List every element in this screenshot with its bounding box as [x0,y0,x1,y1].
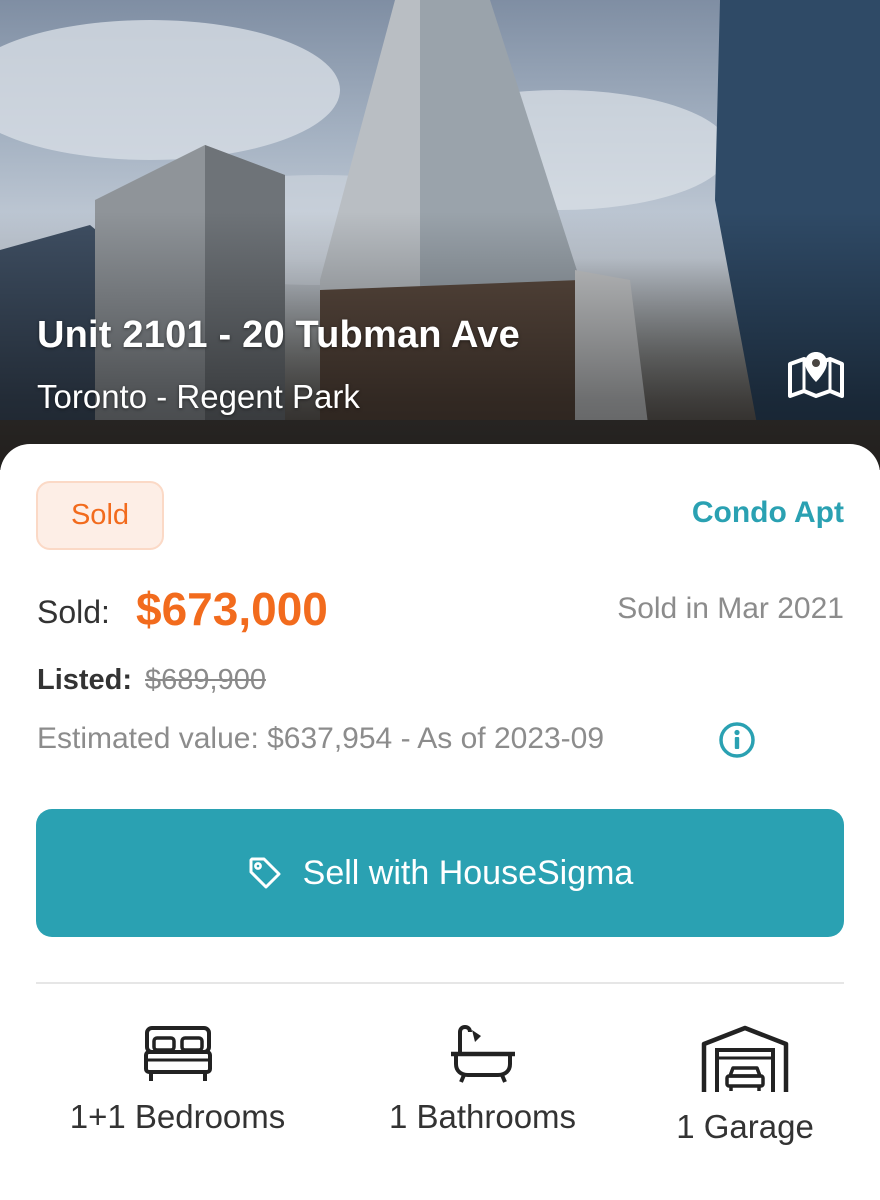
sold-price: $673,000 [136,583,328,635]
listed-price: $689,900 [145,664,266,696]
listing-card: Sold Condo Apt Sold: $673,000 Sold in Ma… [0,444,880,1200]
sell-with-housesigma-button[interactable]: Sell with HouseSigma [36,809,844,937]
garage-label: 1 Garage [676,1108,814,1145]
tag-icon [247,855,283,891]
bed-icon [143,1026,212,1081]
feature-garage: 1 Garage [640,1024,850,1146]
property-type: Condo Apt [691,496,844,529]
listing-neighbourhood: Toronto - Regent Park [37,378,360,415]
divider [36,982,844,984]
feature-bathrooms: 1 Bathrooms [345,1024,620,1136]
bathrooms-label: 1 Bathrooms [388,1098,577,1135]
cta-label: Sell with HouseSigma [302,853,634,892]
estimated-value: Estimated value: $637,954 - As of 2023-0… [37,722,605,755]
map-pin-icon[interactable] [786,348,846,402]
hero-photo: Unit 2101 - 20 Tubman Ave Toronto - Rege… [0,0,880,470]
bathtub-icon [450,1024,515,1083]
listed-label: Listed: [37,664,133,696]
garage-icon [701,1025,789,1092]
bedrooms-label: 1+1 Bedrooms [69,1098,286,1135]
sold-label: Sold: [37,594,110,630]
feature-bedrooms: 1+1 Bedrooms [40,1024,315,1136]
listing-address: Unit 2101 - 20 Tubman Ave [37,314,520,356]
info-icon[interactable] [718,721,756,759]
sold-date: Sold in Mar 2021 [617,592,844,625]
status-badge: Sold [36,481,164,550]
